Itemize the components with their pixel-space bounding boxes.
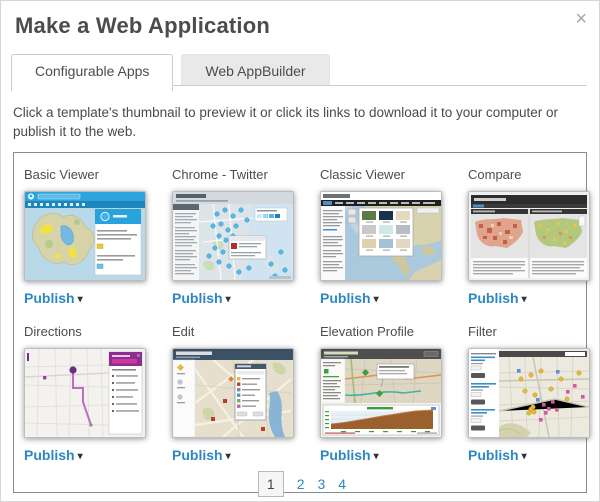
pagination: 1 2 3 4 bbox=[24, 471, 580, 497]
filter-preview-image bbox=[469, 349, 589, 437]
directions-preview-image bbox=[25, 349, 145, 437]
caret-down-icon: ▾ bbox=[78, 294, 83, 305]
template-title: Directions bbox=[24, 324, 162, 339]
page-link-4[interactable]: 4 bbox=[338, 476, 346, 492]
template-thumbnail-compare[interactable] bbox=[468, 191, 590, 281]
edit-preview-image bbox=[173, 349, 293, 437]
publish-link[interactable]: Publish▾ bbox=[468, 290, 527, 306]
template-card-classic-viewer: Classic Viewer bbox=[320, 157, 458, 308]
caret-down-icon: ▾ bbox=[522, 451, 527, 462]
page-link-3[interactable]: 3 bbox=[318, 476, 326, 492]
template-card-basic-viewer: Basic Viewer bbox=[24, 157, 162, 308]
caret-down-icon: ▾ bbox=[374, 294, 379, 305]
template-thumbnail-chrome-twitter[interactable] bbox=[172, 191, 294, 281]
template-gallery: Basic Viewer bbox=[13, 152, 587, 493]
publish-link[interactable]: Publish▾ bbox=[172, 290, 231, 306]
caret-down-icon: ▾ bbox=[374, 451, 379, 462]
classic-viewer-preview-image bbox=[321, 192, 441, 280]
publish-link[interactable]: Publish▾ bbox=[320, 290, 379, 306]
publish-link[interactable]: Publish▾ bbox=[24, 290, 83, 306]
template-card-compare: Compare bbox=[468, 157, 600, 308]
template-card-edit: Edit bbox=[172, 314, 310, 465]
publish-label: Publish bbox=[24, 447, 75, 463]
dialog-header: Make a Web Application × bbox=[1, 1, 599, 39]
template-card-directions: Directions bbox=[24, 314, 162, 465]
caret-down-icon: ▾ bbox=[522, 294, 527, 305]
caret-down-icon: ▾ bbox=[226, 451, 231, 462]
instructions-text: Click a template's thumbnail to preview … bbox=[13, 104, 585, 142]
publish-link[interactable]: Publish▾ bbox=[320, 447, 379, 463]
page-title: Make a Web Application bbox=[15, 13, 270, 38]
template-title: Basic Viewer bbox=[24, 167, 162, 182]
publish-label: Publish bbox=[172, 290, 223, 306]
template-grid: Basic Viewer bbox=[24, 157, 580, 465]
publish-link[interactable]: Publish▾ bbox=[24, 447, 83, 463]
make-web-application-dialog: Make a Web Application × Configurable Ap… bbox=[0, 0, 600, 502]
chrome-twitter-preview-image bbox=[173, 192, 293, 280]
template-title: Filter bbox=[468, 324, 600, 339]
page-link-2[interactable]: 2 bbox=[297, 476, 305, 492]
template-thumbnail-elevation-profile[interactable] bbox=[320, 348, 442, 438]
page-current[interactable]: 1 bbox=[258, 471, 284, 497]
caret-down-icon: ▾ bbox=[226, 294, 231, 305]
template-title: Chrome - Twitter bbox=[172, 167, 310, 182]
publish-label: Publish bbox=[320, 447, 371, 463]
publish-label: Publish bbox=[468, 290, 519, 306]
tab-bar: Configurable Apps Web AppBuilder bbox=[11, 54, 587, 91]
template-title: Compare bbox=[468, 167, 600, 182]
template-thumbnail-classic-viewer[interactable] bbox=[320, 191, 442, 281]
publish-label: Publish bbox=[468, 447, 519, 463]
compare-preview-image bbox=[469, 192, 589, 280]
caret-down-icon: ▾ bbox=[78, 451, 83, 462]
publish-label: Publish bbox=[320, 290, 371, 306]
template-title: Edit bbox=[172, 324, 310, 339]
publish-label: Publish bbox=[24, 290, 75, 306]
template-thumbnail-edit[interactable] bbox=[172, 348, 294, 438]
basic-viewer-preview-image bbox=[25, 192, 145, 280]
close-icon[interactable]: × bbox=[575, 9, 587, 29]
template-thumbnail-basic-viewer[interactable] bbox=[24, 191, 146, 281]
elevation-profile-preview-image bbox=[321, 349, 441, 437]
template-card-filter: Filter bbox=[468, 314, 600, 465]
template-card-chrome-twitter: Chrome - Twitter bbox=[172, 157, 310, 308]
publish-link[interactable]: Publish▾ bbox=[468, 447, 527, 463]
template-card-elevation-profile: Elevation Profile bbox=[320, 314, 458, 465]
template-title: Elevation Profile bbox=[320, 324, 458, 339]
publish-link[interactable]: Publish▾ bbox=[172, 447, 231, 463]
publish-label: Publish bbox=[172, 447, 223, 463]
tab-web-appbuilder[interactable]: Web AppBuilder bbox=[181, 54, 329, 86]
template-thumbnail-filter[interactable] bbox=[468, 348, 590, 438]
tab-configurable-apps[interactable]: Configurable Apps bbox=[11, 54, 173, 91]
template-title: Classic Viewer bbox=[320, 167, 458, 182]
template-thumbnail-directions[interactable] bbox=[24, 348, 146, 438]
